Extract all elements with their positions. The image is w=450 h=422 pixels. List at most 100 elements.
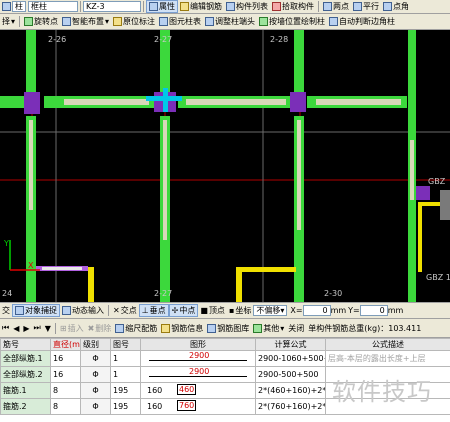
delete-button[interactable]: ✖ 删除 (86, 322, 114, 335)
cell-grade[interactable]: Φ (80, 382, 111, 399)
scale-rebar-button[interactable]: 缩尺配筋 (113, 322, 159, 335)
auto-edge-button[interactable]: 自动判断边角柱 (327, 15, 397, 28)
edit-rebar-button[interactable]: 编辑钢筋 (178, 0, 224, 13)
drawing-canvas[interactable]: 2-26 2-27 2-28 2-27 2-30 24 GBZ GBZ 1 Y … (0, 30, 450, 302)
cell-fig[interactable]: 195 (110, 382, 141, 399)
coordinate-snap[interactable]: ▪ 坐标 (227, 304, 253, 317)
table-row[interactable]: 全部纵筋.1 16 Φ 1 2900 2900-1060+500+1*max( … (0, 350, 450, 367)
cell-shape[interactable]: 160 460 (140, 382, 256, 399)
wall[interactable] (294, 30, 304, 96)
offset-dropdown[interactable]: 不偏移 ▾ (253, 305, 288, 316)
two-point-button[interactable]: 两点 (321, 0, 351, 13)
col-header[interactable]: 计算公式 (255, 338, 326, 351)
move-down-button[interactable]: ▼ (43, 322, 53, 335)
cell-grade[interactable]: Φ (80, 366, 111, 383)
y-input[interactable]: 0 (359, 305, 388, 316)
column-kz[interactable] (24, 92, 40, 114)
last-record-button[interactable]: ⏭ (32, 322, 43, 335)
beam-hatch (64, 99, 149, 105)
cell-dia[interactable]: 8 (50, 382, 81, 399)
x-input[interactable]: 0 (302, 305, 331, 316)
close-button[interactable]: 关闭 (286, 322, 306, 335)
element-list-button[interactable]: 构件列表 (224, 0, 270, 13)
x-axis-label: X (28, 261, 34, 270)
pick-icon (272, 2, 281, 11)
cell-desc[interactable]: 层高-本层的露出长度+上层 (325, 350, 450, 367)
wall-yellow[interactable] (236, 267, 242, 302)
cell-dia[interactable]: 8 (50, 398, 81, 415)
axis-label: 2-27 (154, 35, 172, 44)
insert-button[interactable]: ⊞ 插入 (58, 322, 86, 335)
cell-shape[interactable]: 160 760 (140, 398, 256, 415)
col-header[interactable]: 图形 (140, 338, 256, 351)
down-arrow-icon: ▼ (44, 323, 51, 333)
col-header[interactable]: 直径(mm) (50, 338, 81, 351)
cell-fig[interactable]: 1 (110, 350, 141, 367)
x-unit: mm (330, 306, 347, 315)
next-record-button[interactable]: ▶ (21, 322, 31, 335)
col-header[interactable]: 图号 (110, 338, 141, 351)
column-kz[interactable] (290, 92, 306, 112)
snap-item[interactable]: 交 (0, 304, 12, 317)
orig-label-button[interactable]: 原位标注 (111, 15, 157, 28)
vertex-snap[interactable]: ■ 顶点 (198, 304, 227, 317)
wall-grey[interactable] (440, 190, 450, 220)
parallel-button[interactable]: 平行 (351, 0, 381, 13)
wall-yellow[interactable] (88, 267, 94, 302)
wall-yellow[interactable] (236, 267, 296, 272)
rebar-info-button[interactable]: 钢筋信息 (159, 322, 205, 335)
toolbar-secondary: 择 ▾ 旋转点 智能布置 ▾ 原位标注 图元柱表 调整柱端头 按墙位置绘制柱 自动判… (0, 14, 450, 30)
cell-formula[interactable]: 2*(760+160)+2*(11 (255, 398, 326, 415)
col-header[interactable]: 级别 (80, 338, 111, 351)
cell-name[interactable]: 箍筋.2 (0, 398, 51, 415)
rotate-point-button[interactable]: 旋转点 (22, 15, 60, 28)
cell-dia[interactable]: 16 (50, 366, 81, 383)
column-table-button[interactable]: 图元柱表 (157, 15, 203, 28)
cell-grade[interactable]: Φ (80, 398, 111, 415)
point-angle-button[interactable]: 点角 (381, 0, 411, 13)
col-header[interactable]: 公式描述 (325, 338, 450, 351)
properties-button[interactable]: 属性 (146, 0, 178, 13)
midpoint-snap[interactable]: ✢ 中点 (168, 304, 199, 317)
pick-element-button[interactable]: 拾取构件 (270, 0, 316, 13)
table-icon (159, 17, 169, 26)
floor-plan-drawing[interactable]: 2-26 2-27 2-28 2-27 2-30 24 GBZ GBZ 1 Y … (0, 30, 450, 302)
prev-record-button[interactable]: ◀ (11, 322, 21, 335)
cell-shape[interactable]: 2900 (140, 366, 256, 383)
col-header[interactable]: 筋号 (0, 338, 51, 351)
rebar-library-button[interactable]: 钢筋图库 (205, 322, 251, 335)
category-dropdown[interactable]: 柱 (0, 0, 28, 13)
dynamic-input-toggle[interactable]: 动态输入 (60, 304, 106, 317)
table-header-row: 筋号 直径(mm) 级别 图号 图形 计算公式 公式描述 (0, 338, 450, 351)
first-record-button[interactable]: ⏮ (0, 322, 11, 335)
separator (80, 1, 81, 12)
cell-name[interactable]: 箍筋.1 (0, 382, 51, 399)
other-button[interactable]: 其他 ▾ (251, 322, 286, 335)
wall-yellow[interactable] (418, 202, 422, 272)
cell-formula[interactable]: 2900-1060+500+1*max( (255, 350, 326, 367)
perpendicular-snap[interactable]: ⊥ 垂点 (138, 304, 169, 317)
cell-name[interactable]: 全部纵筋.1 (0, 350, 51, 367)
delete-icon: ✖ (87, 323, 95, 333)
element-dropdown[interactable]: KZ-3 (83, 1, 141, 12)
column-kz[interactable] (416, 186, 430, 200)
draw-by-wall-button[interactable]: 按墙位置绘制柱 (257, 15, 327, 28)
select-button[interactable]: 择 ▾ (0, 15, 17, 28)
cell-formula[interactable]: 2900-500+500 (255, 366, 326, 383)
adjust-head-button[interactable]: 调整柱端头 (203, 15, 257, 28)
other-icon (253, 323, 263, 333)
cell-dia[interactable]: 16 (50, 350, 81, 367)
cell-grade[interactable]: Φ (80, 350, 111, 367)
cell-fig[interactable]: 195 (110, 398, 141, 415)
cell-shape[interactable]: 2900 (140, 350, 256, 367)
cell-fig[interactable]: 1 (110, 366, 141, 383)
smart-layout-button[interactable]: 智能布置 ▾ (60, 15, 111, 28)
cell-name[interactable]: 全部纵筋.2 (0, 366, 51, 383)
object-snap-toggle[interactable]: 对象捕捉 (12, 304, 60, 317)
wall-hatch (163, 120, 167, 240)
y-unit: mm (387, 306, 404, 315)
intersect-snap[interactable]: ✕ 交点 (111, 304, 139, 317)
wall[interactable] (26, 30, 36, 96)
cell-formula[interactable]: 2*(460+160)+2*(11 (255, 382, 326, 399)
type-dropdown[interactable]: 框柱 (28, 1, 78, 12)
